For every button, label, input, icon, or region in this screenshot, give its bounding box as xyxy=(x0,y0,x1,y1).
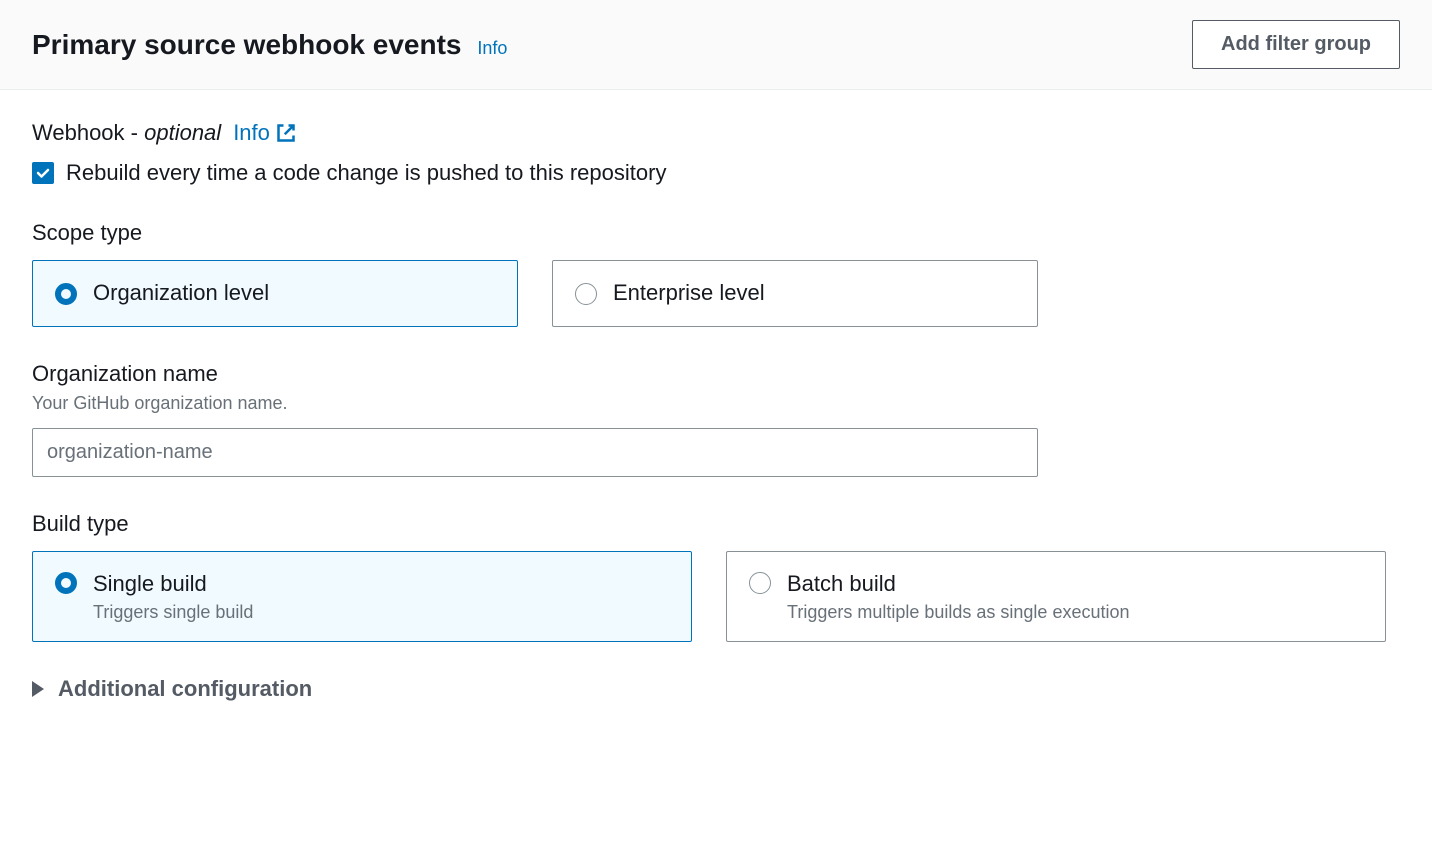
rebuild-checkbox-label: Rebuild every time a code change is push… xyxy=(66,160,666,186)
webhook-optional: optional xyxy=(144,120,221,145)
scope-type-group: Scope type Organization level Enterprise… xyxy=(32,220,1400,327)
webhook-checkbox-row: Rebuild every time a code change is push… xyxy=(32,160,1400,186)
scope-option-enterprise[interactable]: Enterprise level xyxy=(552,260,1038,327)
webhook-label: Webhook - optional xyxy=(32,120,221,146)
build-type-group: Build type Single build Triggers single … xyxy=(32,511,1400,643)
build-option-content: Batch build Triggers multiple builds as … xyxy=(787,570,1130,624)
build-type-label: Build type xyxy=(32,511,1400,537)
external-link-icon xyxy=(276,123,296,143)
panel-title: Primary source webhook events xyxy=(32,29,462,60)
radio-icon xyxy=(575,283,597,305)
scope-option-label: Enterprise level xyxy=(613,279,765,308)
scope-option-label: Organization level xyxy=(93,279,269,308)
info-link-webhook[interactable]: Info xyxy=(233,120,296,146)
org-name-description: Your GitHub organization name. xyxy=(32,393,1400,414)
panel-body: Webhook - optional Info Rebuild e xyxy=(0,90,1432,732)
webhook-label-text: Webhook xyxy=(32,120,125,145)
scope-option-organization[interactable]: Organization level xyxy=(32,260,518,327)
additional-configuration-expander[interactable]: Additional configuration xyxy=(32,676,1400,702)
webhook-label-row: Webhook - optional Info xyxy=(32,120,1400,146)
caret-right-icon xyxy=(32,681,44,697)
info-link-header[interactable]: Info xyxy=(477,38,507,58)
org-name-input[interactable] xyxy=(32,428,1038,477)
build-option-single[interactable]: Single build Triggers single build xyxy=(32,551,692,643)
radio-icon xyxy=(55,283,77,305)
build-option-title: Batch build xyxy=(787,570,1130,599)
build-option-batch[interactable]: Batch build Triggers multiple builds as … xyxy=(726,551,1386,643)
build-option-subtitle: Triggers single build xyxy=(93,602,253,623)
radio-icon xyxy=(55,572,77,594)
rebuild-checkbox[interactable] xyxy=(32,162,54,184)
checkmark-icon xyxy=(35,165,51,181)
panel-header: Primary source webhook events Info Add f… xyxy=(0,0,1432,90)
info-link-webhook-text: Info xyxy=(233,120,270,146)
add-filter-group-button[interactable]: Add filter group xyxy=(1192,20,1400,69)
build-option-title: Single build xyxy=(93,570,253,599)
build-option-content: Single build Triggers single build xyxy=(93,570,253,624)
webhook-field-group: Webhook - optional Info Rebuild e xyxy=(32,120,1400,186)
radio-icon xyxy=(749,572,771,594)
webhook-dash: - xyxy=(125,120,145,145)
scope-type-label: Scope type xyxy=(32,220,1400,246)
org-name-group: Organization name Your GitHub organizati… xyxy=(32,361,1400,477)
build-type-options: Single build Triggers single build Batch… xyxy=(32,551,1400,643)
org-name-label: Organization name xyxy=(32,361,1400,387)
additional-configuration-label: Additional configuration xyxy=(58,676,312,702)
panel-title-wrap: Primary source webhook events Info xyxy=(32,29,507,61)
build-option-subtitle: Triggers multiple builds as single execu… xyxy=(787,602,1130,623)
scope-type-options: Organization level Enterprise level xyxy=(32,260,1400,327)
